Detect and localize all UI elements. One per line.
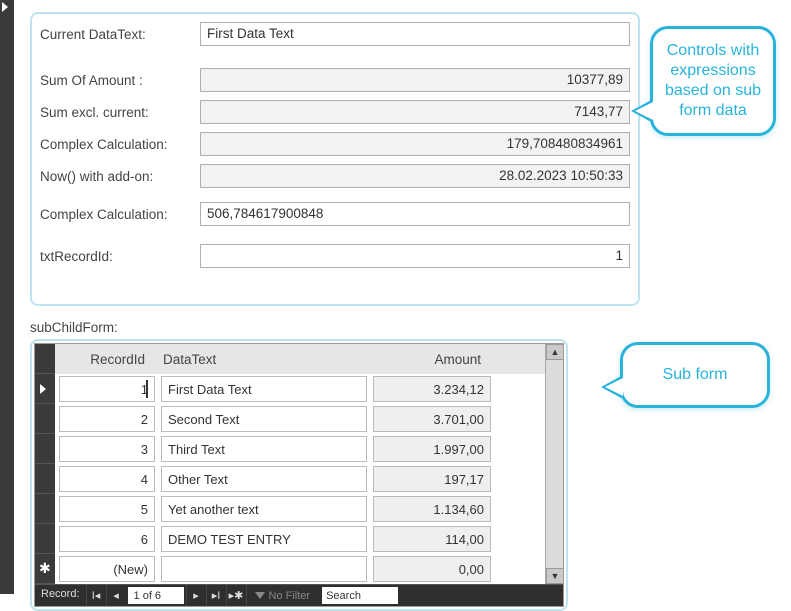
cell-recordid[interactable]: 3 (59, 436, 155, 462)
cell-amount[interactable]: 197,17 (373, 466, 491, 492)
cell-amount[interactable]: 1.134,60 (373, 496, 491, 522)
callout-text: Controls with expressions based on sub f… (665, 42, 761, 119)
parent-record-selector[interactable] (0, 0, 14, 594)
nav-filter-indicator[interactable]: No Filter (246, 585, 319, 606)
label-sum-excl-current: Sum excl. current: (40, 105, 200, 120)
label-txt-record-id: txtRecordId: (40, 249, 200, 264)
nav-filter-text: No Filter (269, 590, 311, 602)
field-complex-calc-1[interactable]: 179,708480834961 (200, 132, 630, 156)
nav-new-button[interactable]: ▸✱ (226, 585, 246, 606)
header-amount[interactable]: Amount (369, 350, 487, 369)
record-navigator: Record: I◂ ◂ 1 of 6 ▸ ▸I ▸✱ No Filter Se… (35, 584, 563, 606)
row-selector[interactable] (35, 434, 55, 464)
cell-amount-new[interactable]: 0,00 (373, 556, 491, 582)
label-complex-calc-2: Complex Calculation: (40, 207, 200, 222)
field-sum-excl-current[interactable]: 7143,77 (200, 100, 630, 124)
main-fields-group: Current DataText: First Data Text Sum Of… (30, 12, 640, 306)
label-current-datatext: Current DataText: (40, 27, 200, 42)
cell-datatext[interactable]: First Data Text (161, 376, 367, 402)
subform-table: RecordId DataText Amount 1 First Data Te… (55, 344, 545, 584)
nav-next-button[interactable]: ▸ (186, 585, 206, 606)
table-row: 6 DEMO TEST ENTRY 114,00 (55, 524, 545, 554)
table-row: 3 Third Text 1.997,00 (55, 434, 545, 464)
field-sum-of-amount[interactable]: 10377,89 (200, 68, 630, 92)
cell-recordid-new[interactable]: (New) (59, 556, 155, 582)
callout-tail-icon (631, 99, 653, 123)
subform-label: subChildForm: (30, 320, 781, 335)
nav-prev-button[interactable]: ◂ (106, 585, 126, 606)
funnel-icon (255, 592, 265, 599)
callout-controls-expressions: Controls with expressions based on sub f… (650, 26, 776, 136)
table-row: 2 Second Text 3.701,00 (55, 404, 545, 434)
label-sum-of-amount: Sum Of Amount : (40, 73, 200, 88)
nav-search-box[interactable]: Search (322, 587, 398, 604)
table-row: 1 First Data Text 3.234,12 (55, 374, 545, 404)
cell-datatext[interactable]: Third Text (161, 436, 367, 462)
cell-datatext[interactable]: DEMO TEST ENTRY (161, 526, 367, 552)
cell-amount[interactable]: 3.701,00 (373, 406, 491, 432)
field-complex-calc-2[interactable]: 506,784617900848 (200, 202, 630, 226)
cell-datatext[interactable]: Second Text (161, 406, 367, 432)
header-recordid[interactable]: RecordId (55, 350, 151, 369)
nav-first-button[interactable]: I◂ (86, 585, 106, 606)
triangle-right-icon (40, 384, 46, 394)
nav-record-counter[interactable]: 1 of 6 (128, 587, 184, 604)
subform-header-row: RecordId DataText Amount (55, 344, 545, 374)
table-row: 5 Yet another text 1.134,60 (55, 494, 545, 524)
scroll-down-icon[interactable]: ▼ (546, 568, 564, 584)
subform-highlight: ✱ RecordId DataText Amount 1 First Data … (30, 339, 568, 611)
row-selector-column: ✱ (35, 344, 55, 584)
asterisk-icon: ✱ (39, 560, 51, 577)
subform-container: ✱ RecordId DataText Amount 1 First Data … (34, 343, 564, 607)
label-complex-calc-1: Complex Calculation: (40, 137, 200, 152)
vertical-scrollbar[interactable]: ▲ ▼ (545, 344, 563, 584)
table-row: 4 Other Text 197,17 (55, 464, 545, 494)
field-current-datatext[interactable]: First Data Text (200, 22, 630, 46)
cell-amount[interactable]: 114,00 (373, 526, 491, 552)
cell-amount[interactable]: 1.997,00 (373, 436, 491, 462)
row-selector-current[interactable] (35, 374, 55, 404)
row-selector[interactable] (35, 464, 55, 494)
row-selector[interactable] (35, 404, 55, 434)
callout-subform: Sub form (620, 342, 770, 408)
cell-recordid[interactable]: 5 (59, 496, 155, 522)
cell-recordid[interactable]: 1 (59, 376, 155, 402)
cell-recordid[interactable]: 2 (59, 406, 155, 432)
field-txt-record-id[interactable]: 1 (200, 244, 630, 268)
callout-text: Sub form (663, 366, 728, 383)
row-selector[interactable] (35, 524, 55, 554)
callout-tail-icon (601, 375, 623, 399)
label-now-addon: Now() with add-on: (40, 169, 200, 184)
nav-last-button[interactable]: ▸I (206, 585, 226, 606)
nav-label: Record: (35, 585, 86, 606)
triangle-right-icon (2, 2, 8, 12)
cell-recordid[interactable]: 4 (59, 466, 155, 492)
row-selector[interactable] (35, 494, 55, 524)
cell-amount[interactable]: 3.234,12 (373, 376, 491, 402)
header-datatext[interactable]: DataText (157, 350, 363, 369)
cell-datatext[interactable]: Other Text (161, 466, 367, 492)
field-now-addon[interactable]: 28.02.2023 10:50:33 (200, 164, 630, 188)
scroll-up-icon[interactable]: ▲ (546, 344, 564, 360)
row-selector-new[interactable]: ✱ (35, 554, 55, 584)
table-new-row: (New) 0,00 (55, 554, 545, 584)
row-selector-header (35, 344, 55, 374)
cell-recordid[interactable]: 6 (59, 526, 155, 552)
cell-datatext[interactable]: Yet another text (161, 496, 367, 522)
cell-datatext-new[interactable] (161, 556, 367, 582)
